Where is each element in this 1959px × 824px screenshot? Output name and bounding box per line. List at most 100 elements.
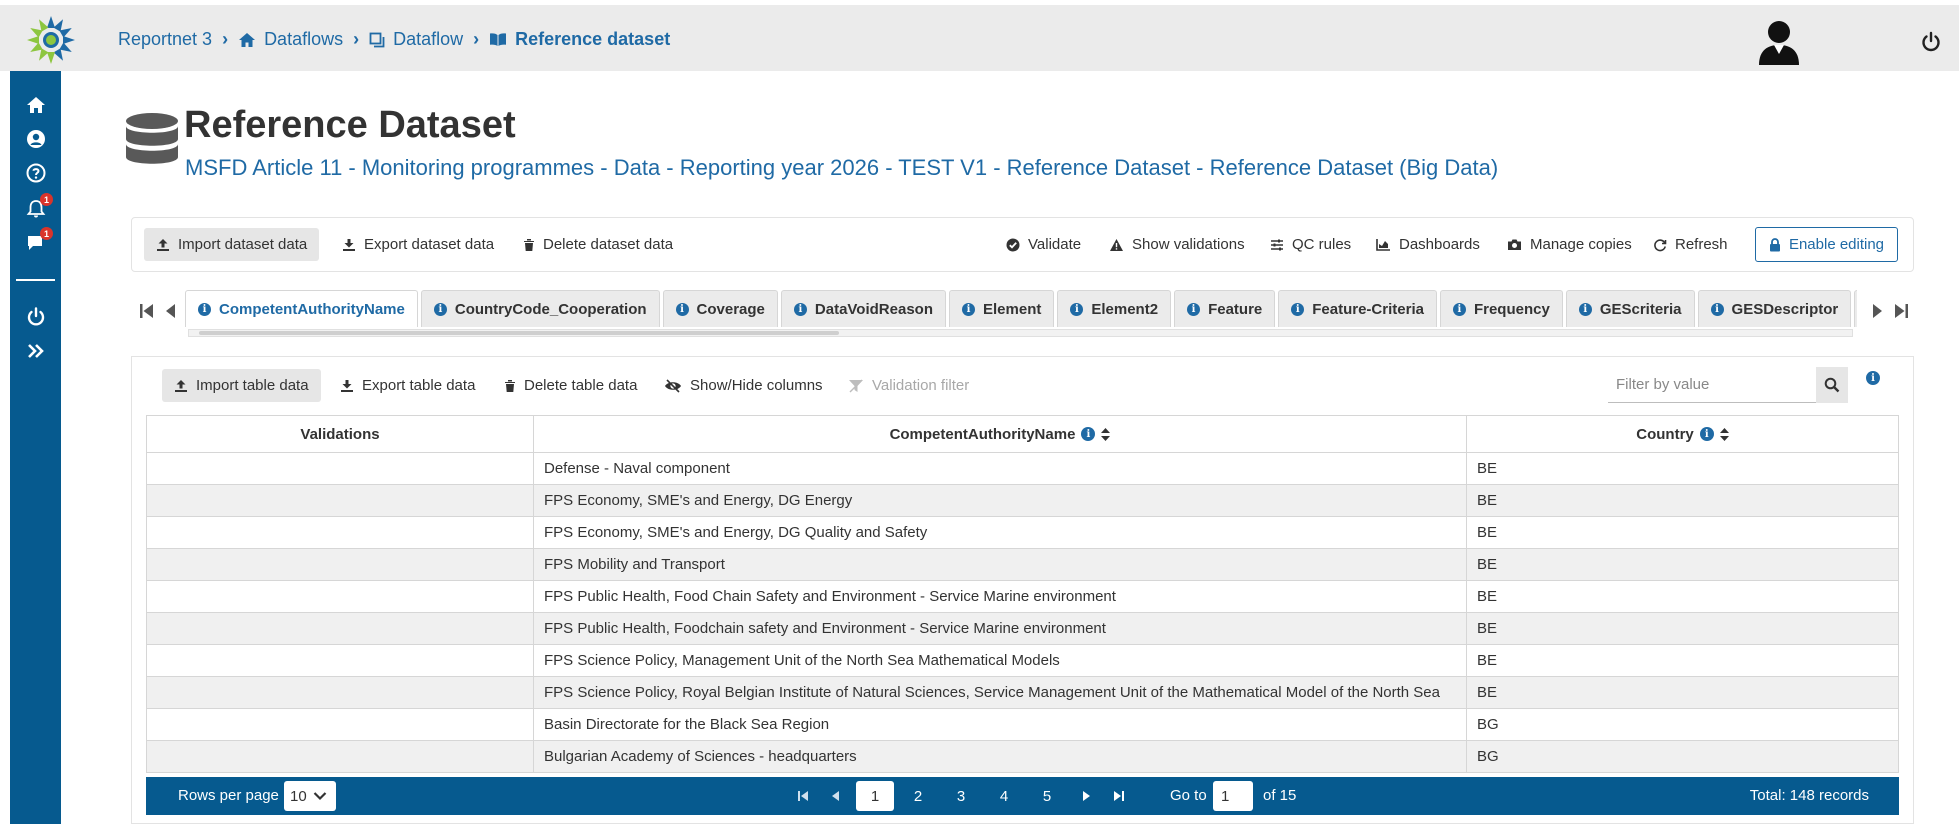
delete-table-data-button[interactable]: Delete table data <box>492 369 649 402</box>
last-page-icon[interactable] <box>1110 788 1126 804</box>
info-icon[interactable]: i <box>962 302 975 316</box>
tab-gesdescriptor[interactable]: i GESDescriptor <box>1697 290 1852 327</box>
table-row[interactable]: FPS Economy, SME's and Energy, DG Energy… <box>146 484 1899 517</box>
competent-authority-cell: Bulgarian Academy of Sciences - headquar… <box>533 740 1467 773</box>
country-cell: BE <box>1466 452 1899 485</box>
column-header-competentauthorityname[interactable]: CompetentAuthorityName i <box>533 415 1467 453</box>
info-icon[interactable]: i <box>1452 302 1466 316</box>
validation-filter-button[interactable]: Validation filter <box>836 369 981 402</box>
info-icon[interactable]: i <box>793 302 807 316</box>
tab-datavoidreason[interactable]: i DataVoidReason <box>780 290 946 327</box>
info-icon[interactable]: i <box>1291 302 1305 316</box>
validation-cell <box>146 516 534 549</box>
prev-page-icon[interactable] <box>828 788 844 804</box>
go-to-page-input[interactable]: 1 <box>1213 781 1253 811</box>
dashboards-label: Dashboards <box>1399 236 1480 253</box>
table-row[interactable]: FPS Mobility and Transport BE <box>146 548 1899 581</box>
show-validations-label: Show validations <box>1132 236 1245 253</box>
show-hide-columns-button[interactable]: Show/Hide columns <box>652 369 835 402</box>
import-dataset-data-button[interactable]: Import dataset data <box>144 228 320 261</box>
tab-feature[interactable]: i Feature <box>1174 290 1276 327</box>
expand-sidebar-icon[interactable] <box>24 339 47 362</box>
tab-frequency[interactable]: i Frequency <box>1439 290 1563 327</box>
breadcrumb-reportnet-label: Reportnet 3 <box>118 29 213 49</box>
validation-cell <box>146 612 534 645</box>
delete-dataset-data-button[interactable]: Delete dataset data <box>511 228 685 261</box>
breadcrumb-dataflow[interactable]: Dataflow <box>369 29 463 50</box>
sort-icon[interactable] <box>1101 427 1111 441</box>
info-icon[interactable]: i <box>433 302 447 316</box>
tab-feature-criteria[interactable]: i Feature-Criteria <box>1278 290 1437 327</box>
logout-power-icon[interactable] <box>1920 31 1942 53</box>
tabs-first-icon[interactable] <box>138 302 156 320</box>
manage-copies-button[interactable]: Manage copies <box>1495 228 1644 261</box>
info-icon[interactable]: i <box>1070 302 1084 316</box>
breadcrumb-dataflows[interactable]: Dataflows <box>238 29 343 50</box>
breadcrumb-reportnet[interactable]: Reportnet 3 <box>118 29 212 50</box>
table-row[interactable]: Bulgarian Academy of Sciences - headquar… <box>146 740 1899 773</box>
import-table-data-button[interactable]: Import table data <box>162 369 321 402</box>
info-icon[interactable]: i <box>675 302 689 316</box>
enable-editing-button[interactable]: Enable editing <box>1755 227 1898 262</box>
user-avatar-icon[interactable] <box>1756 18 1802 66</box>
info-icon[interactable]: i <box>1187 302 1201 316</box>
info-icon[interactable]: i <box>1699 427 1714 441</box>
tab-label: GEScriteria <box>1599 300 1682 318</box>
search-button[interactable] <box>1816 367 1848 403</box>
table-row[interactable]: Basin Directorate for the Black Sea Regi… <box>146 708 1899 741</box>
table-row[interactable]: Defense - Naval component BE <box>146 452 1899 485</box>
export-table-data-button[interactable]: Export table data <box>328 369 487 402</box>
home-icon[interactable] <box>24 93 47 116</box>
page-5-button[interactable]: 5 <box>1028 781 1066 811</box>
tabs-scrollbar-thumb[interactable] <box>199 331 839 335</box>
rows-per-page-select[interactable]: 10 <box>284 781 336 811</box>
page-3-button[interactable]: 3 <box>942 781 980 811</box>
page-title: Reference Dataset <box>184 104 516 146</box>
tabs-last-icon[interactable] <box>1892 302 1910 320</box>
table-row[interactable]: FPS Public Health, Food Chain Safety and… <box>146 580 1899 613</box>
info-icon[interactable]: i <box>1710 302 1724 316</box>
tab-element[interactable]: i Element <box>949 290 1055 327</box>
validate-button[interactable]: Validate <box>994 228 1093 261</box>
tabs-next-icon[interactable] <box>1868 302 1886 320</box>
logout-power-icon[interactable] <box>24 305 47 328</box>
table-row[interactable]: FPS Science Policy, Management Unit of t… <box>146 644 1899 677</box>
refresh-button[interactable]: Refresh <box>1641 228 1740 261</box>
tab-competentauthorityname[interactable]: i CompetentAuthorityName <box>185 290 418 327</box>
tab-countrycode-cooperation[interactable]: i CountryCode_Cooperation <box>420 290 660 327</box>
tab-element2[interactable]: i Element2 <box>1057 290 1172 327</box>
column-header-country[interactable]: Country i <box>1466 415 1899 453</box>
info-icon[interactable]: i <box>1578 302 1592 316</box>
tab-coverage[interactable]: i Coverage <box>662 290 778 327</box>
user-profile-icon[interactable] <box>24 127 47 150</box>
tab-gescriteria[interactable]: i GEScriteria <box>1565 290 1695 327</box>
tabs-scrollbar[interactable] <box>188 329 1853 337</box>
help-icon[interactable] <box>24 161 47 184</box>
filter-info-icon[interactable]: i <box>1866 371 1880 385</box>
notifications-bell-icon[interactable]: 1 <box>24 193 53 220</box>
table-row[interactable]: FPS Science Policy, Royal Belgian Instit… <box>146 676 1899 709</box>
tabs-prev-icon[interactable] <box>162 302 180 320</box>
first-page-icon[interactable] <box>796 788 812 804</box>
table-row[interactable]: FPS Public Health, Foodchain safety and … <box>146 612 1899 645</box>
page-1-button[interactable]: 1 <box>856 781 894 811</box>
eea-logo[interactable] <box>26 15 76 65</box>
export-dataset-data-button[interactable]: Export dataset data <box>330 228 506 261</box>
info-icon[interactable]: i <box>1081 427 1096 441</box>
info-icon[interactable]: i <box>198 302 211 316</box>
dashboards-button[interactable]: Dashboards <box>1364 228 1492 261</box>
tab-in[interactable]: iIn <box>1854 290 1857 327</box>
breadcrumb-separator: › <box>473 29 480 49</box>
sort-icon[interactable] <box>1719 427 1729 441</box>
table-row[interactable]: FPS Economy, SME's and Energy, DG Qualit… <box>146 516 1899 549</box>
page-2-button[interactable]: 2 <box>899 781 937 811</box>
show-validations-button[interactable]: Show validations <box>1097 228 1257 261</box>
feedback-comments-icon[interactable]: 1 <box>24 227 53 254</box>
validation-cell <box>146 708 534 741</box>
filter-by-value-input[interactable] <box>1608 376 1808 393</box>
export-dataset-data-label: Export dataset data <box>364 236 495 253</box>
top-bar: Reportnet 3 › Dataflows › Dataflow › Ref… <box>0 5 1959 71</box>
qc-rules-button[interactable]: QC rules <box>1258 228 1363 261</box>
page-4-button[interactable]: 4 <box>985 781 1023 811</box>
next-page-icon[interactable] <box>1078 788 1094 804</box>
